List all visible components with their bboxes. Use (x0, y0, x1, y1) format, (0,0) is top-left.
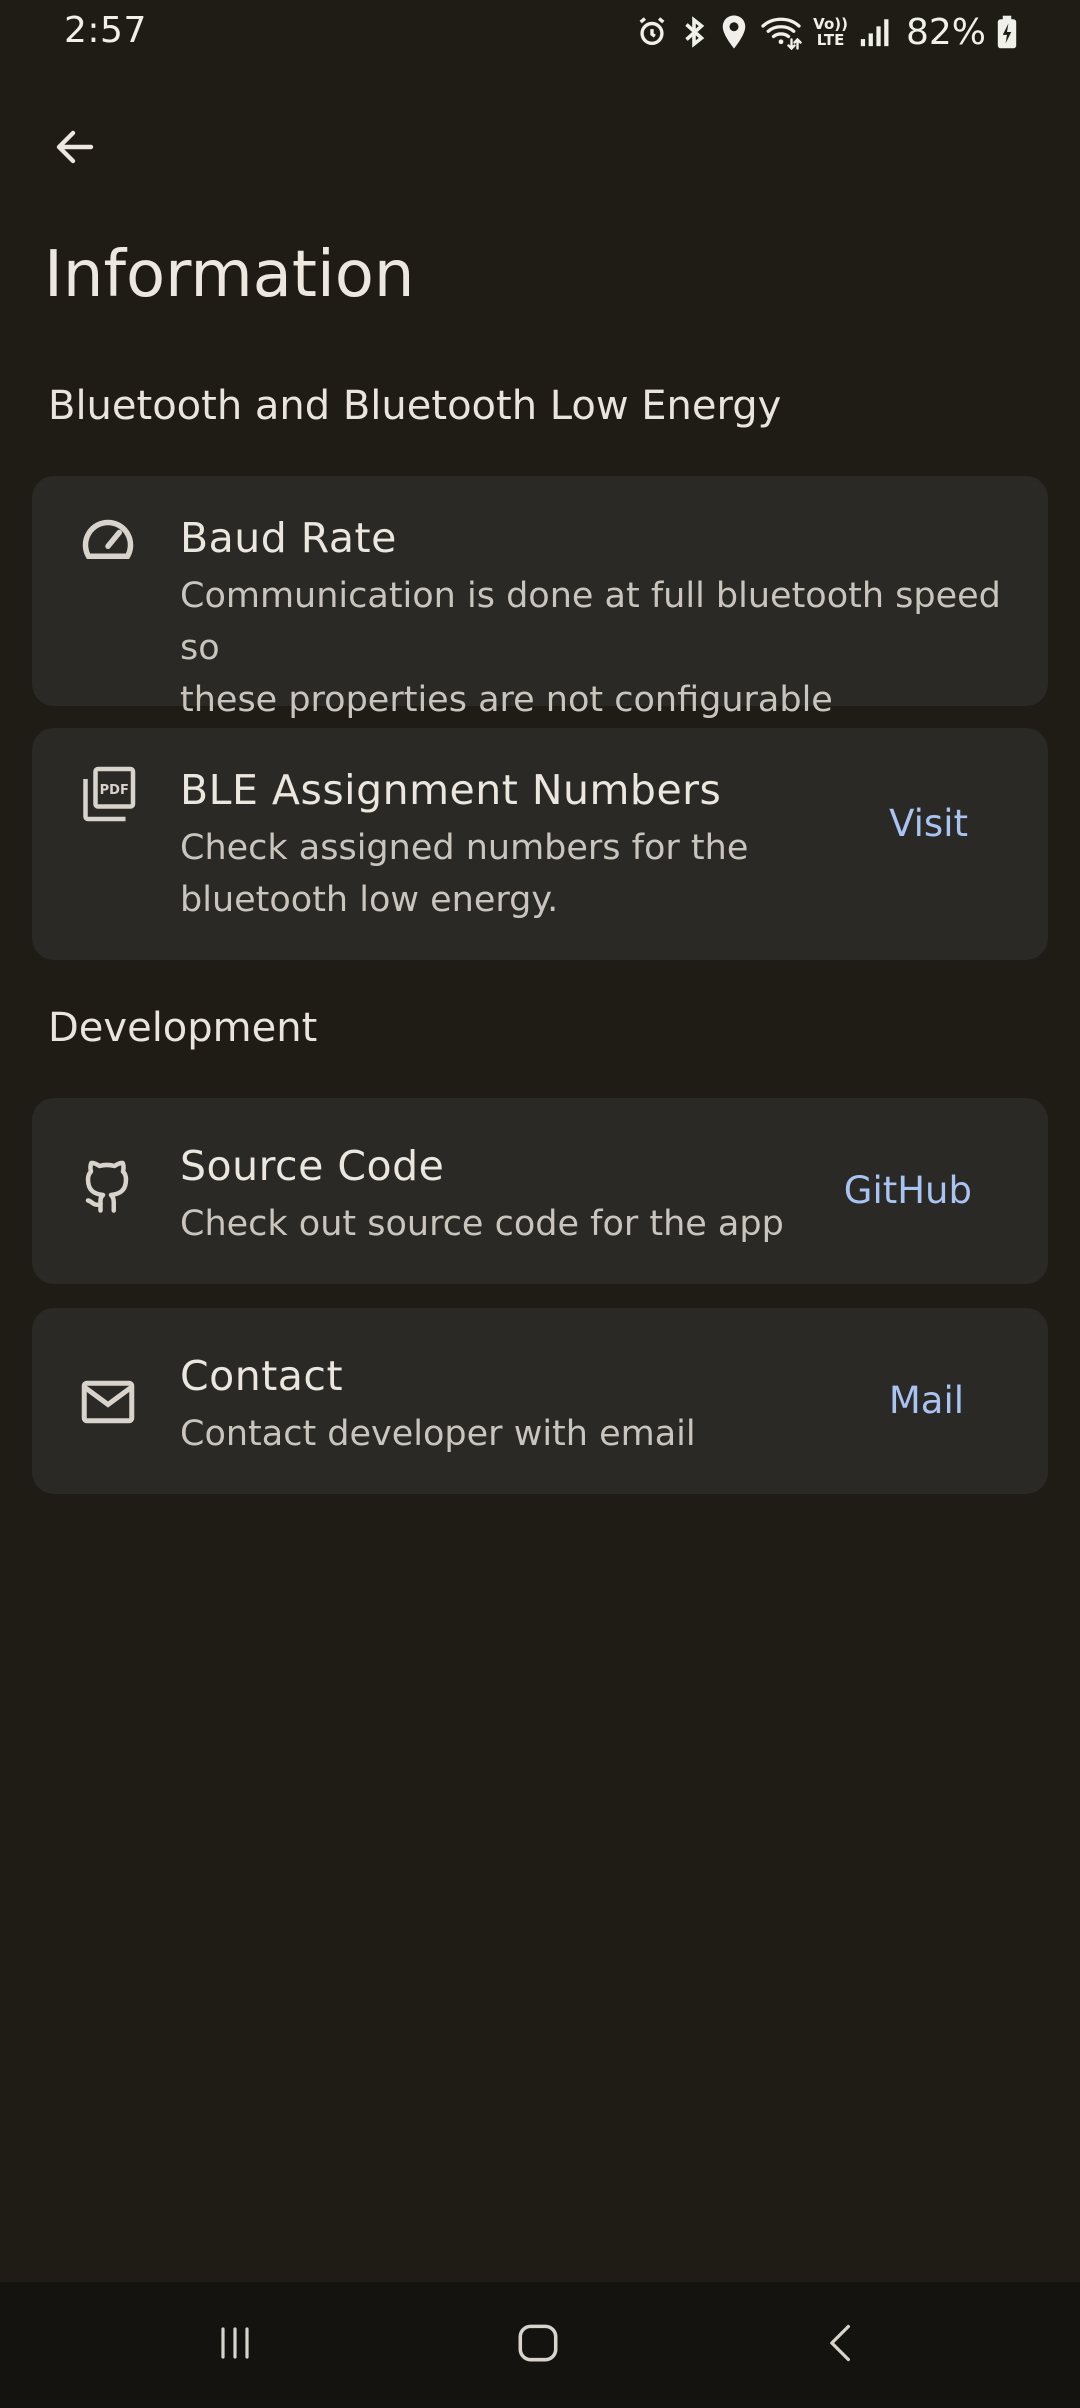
contact-title: Contact (180, 1352, 344, 1400)
source-code-card[interactable]: Source Code Check out source code for th… (32, 1098, 1048, 1284)
volte-bottom-label: LTE (816, 31, 845, 49)
location-icon (719, 14, 749, 50)
section-header-bluetooth: Bluetooth and Bluetooth Low Energy (48, 383, 782, 429)
ble-assignment-numbers-title: BLE Assignment Numbers (180, 766, 722, 814)
mail-icon (78, 1372, 138, 1432)
battery-charging-icon (996, 15, 1018, 49)
baud-rate-description-line: Communication is done at full bluetooth … (180, 576, 1001, 668)
bluetooth-icon (679, 14, 709, 50)
source-code-description: Check out source code for the app (180, 1198, 880, 1250)
page-title: Information (44, 238, 415, 312)
home-icon (513, 2318, 563, 2372)
back-button[interactable] (38, 112, 112, 186)
wifi-icon (759, 14, 803, 50)
contact-card[interactable]: Contact Contact developer with email Mai… (32, 1308, 1048, 1494)
ble-assignment-description-line: bluetooth low energy. (180, 880, 559, 920)
nav-back-button[interactable] (786, 2308, 896, 2382)
signal-icon (858, 15, 892, 49)
status-bar: 2:57 Vo)) LTE 82% (0, 0, 1080, 62)
baud-rate-card[interactable]: Baud Rate Communication is done at full … (32, 476, 1048, 720)
ble-assignment-numbers-card[interactable]: PDF BLE Assignment Numbers Check assigne… (32, 728, 1048, 960)
baud-rate-description: Communication is done at full bluetooth … (180, 570, 1040, 726)
home-button[interactable] (483, 2308, 593, 2382)
volte-icon: Vo)) LTE (813, 16, 848, 48)
volte-top-label: Vo)) (813, 15, 848, 33)
ble-assignment-numbers-description: Check assigned numbers for the bluetooth… (180, 822, 820, 926)
contact-description-line: Contact developer with email (180, 1414, 696, 1454)
baud-rate-title: Baud Rate (180, 514, 397, 562)
back-icon (819, 2319, 863, 2371)
source-code-description-line: Check out source code for the app (180, 1204, 784, 1244)
github-icon (78, 1158, 138, 1218)
visit-button[interactable]: Visit (889, 799, 968, 849)
section-header-development: Development (48, 1005, 318, 1051)
recent-apps-icon (211, 2319, 259, 2371)
alarm-icon (635, 15, 669, 49)
battery-percentage: 82% (905, 11, 986, 53)
recent-apps-button[interactable] (180, 2308, 290, 2382)
github-button[interactable]: GitHub (844, 1166, 972, 1216)
svg-text:PDF: PDF (100, 783, 129, 798)
status-time: 2:57 (64, 10, 147, 51)
status-icons: Vo)) LTE 82% (635, 11, 1018, 53)
information-screen: 2:57 Vo)) LTE 82% Information Bluetooth … (0, 0, 1080, 2408)
speedometer-icon (78, 510, 138, 570)
contact-description: Contact developer with email (180, 1408, 880, 1460)
pdf-document-icon: PDF (78, 764, 138, 824)
mail-button[interactable]: Mail (889, 1376, 964, 1426)
baud-rate-description-line: these properties are not configurable (180, 680, 833, 720)
system-navigation-bar (0, 2282, 1080, 2408)
source-code-title: Source Code (180, 1142, 445, 1190)
ble-assignment-description-line: Check assigned numbers for the (180, 828, 749, 868)
arrow-back-icon (51, 123, 99, 175)
